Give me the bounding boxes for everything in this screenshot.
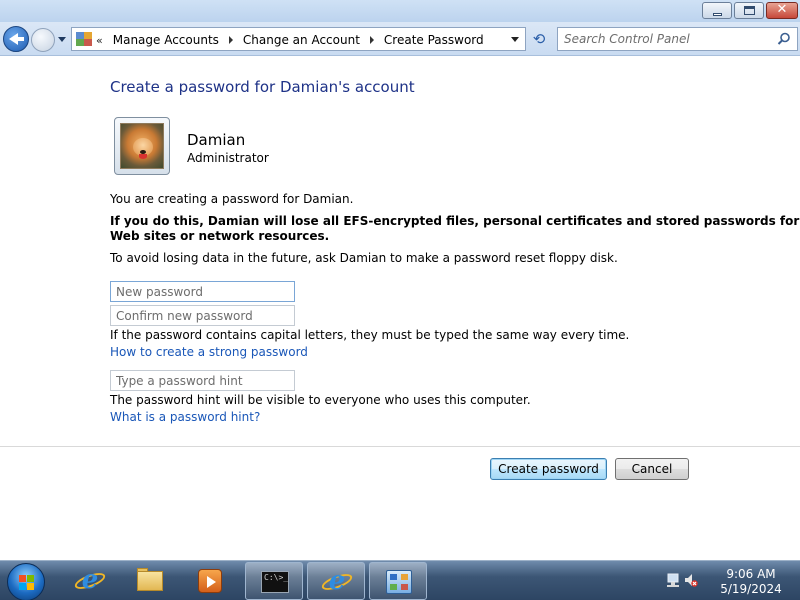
control-panel-icon — [76, 32, 92, 46]
windows-logo-icon — [19, 575, 35, 590]
breadcrumb-change-an-account[interactable]: Change an Account — [243, 33, 360, 47]
taskbar: e C:\>_ e 9:06 AM 5/19/2024 — [0, 560, 800, 600]
breadcrumb: « Manage Accounts Change an Account Crea… — [96, 31, 484, 49]
password-hint-link[interactable]: What is a password hint? — [110, 410, 260, 424]
clock-date: 5/19/2024 — [720, 582, 782, 596]
refresh-icon[interactable]: ⟲ — [528, 28, 550, 50]
confirm-password-field[interactable] — [110, 305, 295, 326]
close-icon: ✕ — [776, 2, 788, 17]
divider — [0, 446, 800, 447]
user-picture — [120, 123, 164, 169]
recent-pages-dropdown[interactable] — [58, 37, 66, 42]
command-prompt-icon: C:\>_ — [261, 568, 289, 596]
new-password-field[interactable] — [110, 281, 295, 302]
network-icon[interactable] — [666, 572, 680, 588]
volume-muted-icon[interactable] — [684, 573, 698, 587]
system-clock[interactable]: 9:06 AM 5/19/2024 — [718, 567, 784, 597]
minimize-button[interactable] — [702, 2, 732, 19]
strong-password-link[interactable]: How to create a strong password — [110, 345, 308, 359]
maximize-button[interactable] — [734, 2, 764, 19]
breadcrumb-manage-accounts[interactable]: Manage Accounts — [113, 33, 219, 47]
user-name: Damian — [187, 131, 246, 149]
search-input[interactable] — [564, 31, 764, 47]
breadcrumb-create-password[interactable]: Create Password — [384, 33, 484, 47]
address-bar[interactable]: « Manage Accounts Change an Account Crea… — [71, 27, 526, 51]
warning-text-line-1: If you do this, Damian will lose all EFS… — [110, 214, 800, 228]
notification-area — [662, 570, 698, 592]
breadcrumb-arrow-icon[interactable] — [228, 36, 233, 44]
user-role: Administrator — [187, 151, 269, 165]
hint-visibility-note: The password hint will be visible to eve… — [110, 393, 531, 407]
taskbar-item-internet-explorer-2[interactable]: e — [307, 562, 365, 600]
maximize-icon — [744, 6, 755, 15]
cancel-button[interactable]: Cancel — [615, 458, 689, 480]
password-hint-field[interactable] — [110, 370, 295, 391]
internet-explorer-icon: e — [72, 565, 108, 595]
intro-text: You are creating a password for Damian. — [110, 192, 354, 206]
taskbar-item-control-panel[interactable] — [369, 562, 427, 600]
warning-text-line-2: Web sites or network resources. — [110, 229, 330, 243]
start-button[interactable] — [7, 563, 45, 600]
create-password-button[interactable]: Create password — [490, 458, 607, 480]
avatar — [114, 117, 170, 175]
search-icon[interactable] — [777, 32, 791, 46]
taskbar-item-file-explorer[interactable] — [121, 562, 179, 600]
advice-text: To avoid losing data in the future, ask … — [110, 251, 618, 265]
breadcrumb-arrow-icon[interactable] — [369, 36, 374, 44]
taskbar-item-media-player[interactable] — [181, 562, 239, 600]
file-explorer-icon — [136, 567, 164, 595]
taskbar-item-internet-explorer[interactable]: e — [61, 562, 119, 600]
breadcrumb-overflow-chevron[interactable]: « — [96, 34, 103, 47]
taskbar-item-command-prompt[interactable]: C:\>_ — [245, 562, 303, 600]
back-button[interactable] — [3, 26, 29, 52]
search-box[interactable] — [557, 27, 798, 51]
forward-button[interactable] — [31, 28, 55, 52]
navigation-bar: « Manage Accounts Change an Account Crea… — [0, 22, 800, 56]
control-panel-icon — [385, 568, 413, 596]
close-button[interactable]: ✕ — [766, 2, 798, 19]
media-player-icon — [196, 567, 224, 595]
case-sensitivity-note: If the password contains capital letters… — [110, 328, 630, 342]
page-title: Create a password for Damian's account — [110, 78, 415, 96]
minimize-icon — [713, 13, 722, 16]
clock-time: 9:06 AM — [726, 567, 776, 581]
internet-explorer-icon: e — [319, 566, 355, 596]
address-dropdown-icon[interactable] — [511, 37, 519, 42]
window-title-bar: ✕ — [0, 0, 800, 22]
